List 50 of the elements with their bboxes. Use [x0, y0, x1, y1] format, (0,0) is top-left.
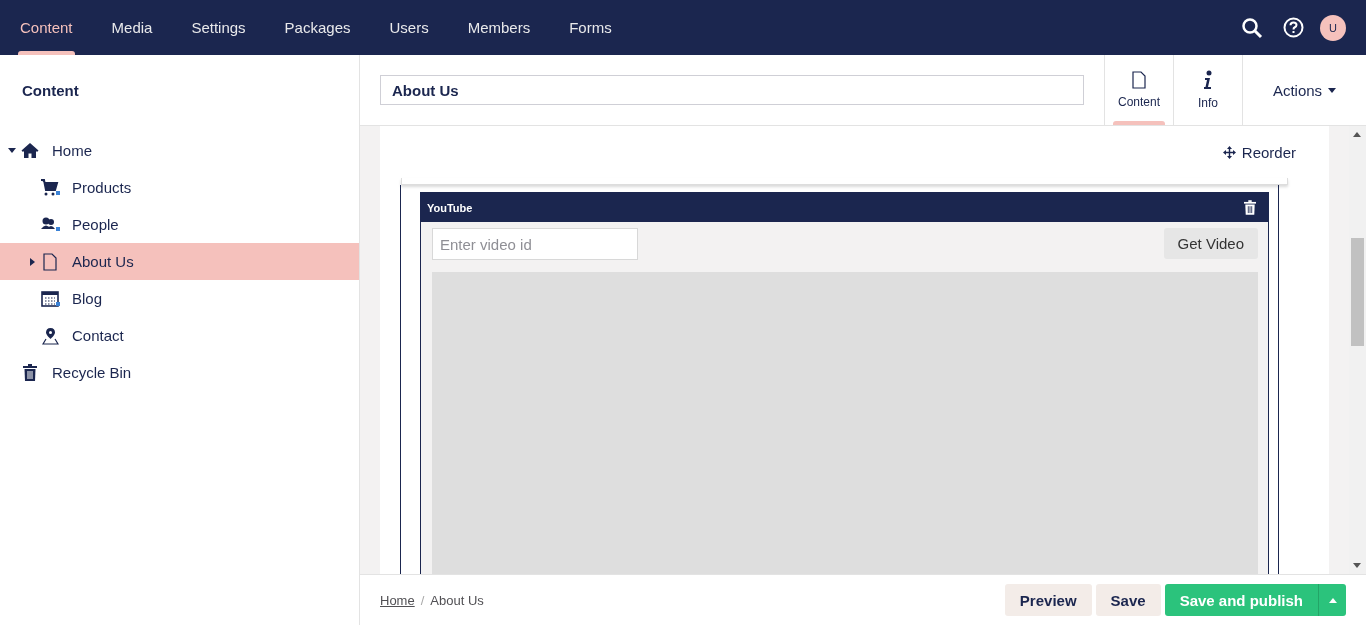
section-tab[interactable]: Forms: [569, 0, 612, 55]
document-icon: [43, 252, 57, 271]
app-tab[interactable]: Content: [1104, 55, 1173, 125]
map-pin-icon: [41, 326, 59, 345]
tree-item[interactable]: Recycle Bin: [0, 354, 359, 391]
more-options-button[interactable]: [1318, 584, 1346, 616]
search-icon[interactable]: [1241, 16, 1263, 39]
tree-item[interactable]: Home: [0, 132, 359, 169]
breadcrumb-separator: /: [420, 592, 425, 608]
reorder-button[interactable]: Reorder: [1222, 143, 1296, 161]
footer-button[interactable]: Save: [1095, 584, 1161, 616]
actions-button[interactable]: Actions: [1272, 81, 1337, 99]
cart-icon: [40, 179, 60, 196]
caret-up-icon: [1328, 597, 1337, 603]
breadcrumb-current: About Us: [430, 592, 484, 608]
section-tab[interactable]: Packages: [284, 0, 351, 55]
document-icon: [1132, 71, 1146, 89]
caret-down-icon[interactable]: [8, 148, 16, 153]
breadcrumb-link[interactable]: Home: [380, 592, 415, 608]
tree-item[interactable]: Blog: [0, 280, 359, 317]
tree-title: Content: [21, 81, 80, 101]
section-tab[interactable]: Content: [20, 0, 73, 55]
section-tab[interactable]: Media: [111, 0, 153, 55]
scroll-down-icon[interactable]: [1353, 563, 1361, 568]
scroll-up-icon[interactable]: [1353, 132, 1361, 137]
move-icon: [1222, 145, 1236, 159]
tree-item[interactable]: People: [0, 206, 359, 243]
user-avatar[interactable]: U: [1320, 14, 1346, 41]
trash-icon: [23, 364, 37, 381]
caret-right-icon[interactable]: [29, 257, 35, 266]
tree-item[interactable]: Contact: [0, 317, 359, 354]
scrollbar-thumb[interactable]: [1351, 238, 1364, 346]
calendar-icon: [40, 290, 60, 307]
section-tab[interactable]: Settings: [191, 0, 246, 55]
info-icon: [1203, 70, 1213, 90]
app-tab[interactable]: Info: [1173, 55, 1242, 125]
trash-icon[interactable]: [1244, 200, 1256, 215]
caret-down-icon: [1328, 87, 1337, 93]
footer-button[interactable]: Preview: [1004, 584, 1092, 616]
home-icon: [21, 142, 39, 159]
section-tab[interactable]: Members: [467, 0, 531, 55]
people-icon: [40, 217, 60, 232]
block-title: YouTube: [427, 201, 473, 214]
video-id-field[interactable]: Enter video id: [432, 228, 638, 260]
get-video-button[interactable]: Get Video: [1163, 228, 1258, 259]
name-field[interactable]: About Us: [380, 75, 1084, 105]
section-tab[interactable]: Users: [389, 0, 429, 55]
help-icon[interactable]: [1283, 17, 1304, 38]
tree-item[interactable]: About Us: [0, 243, 359, 280]
tree-item[interactable]: Products: [0, 169, 359, 206]
